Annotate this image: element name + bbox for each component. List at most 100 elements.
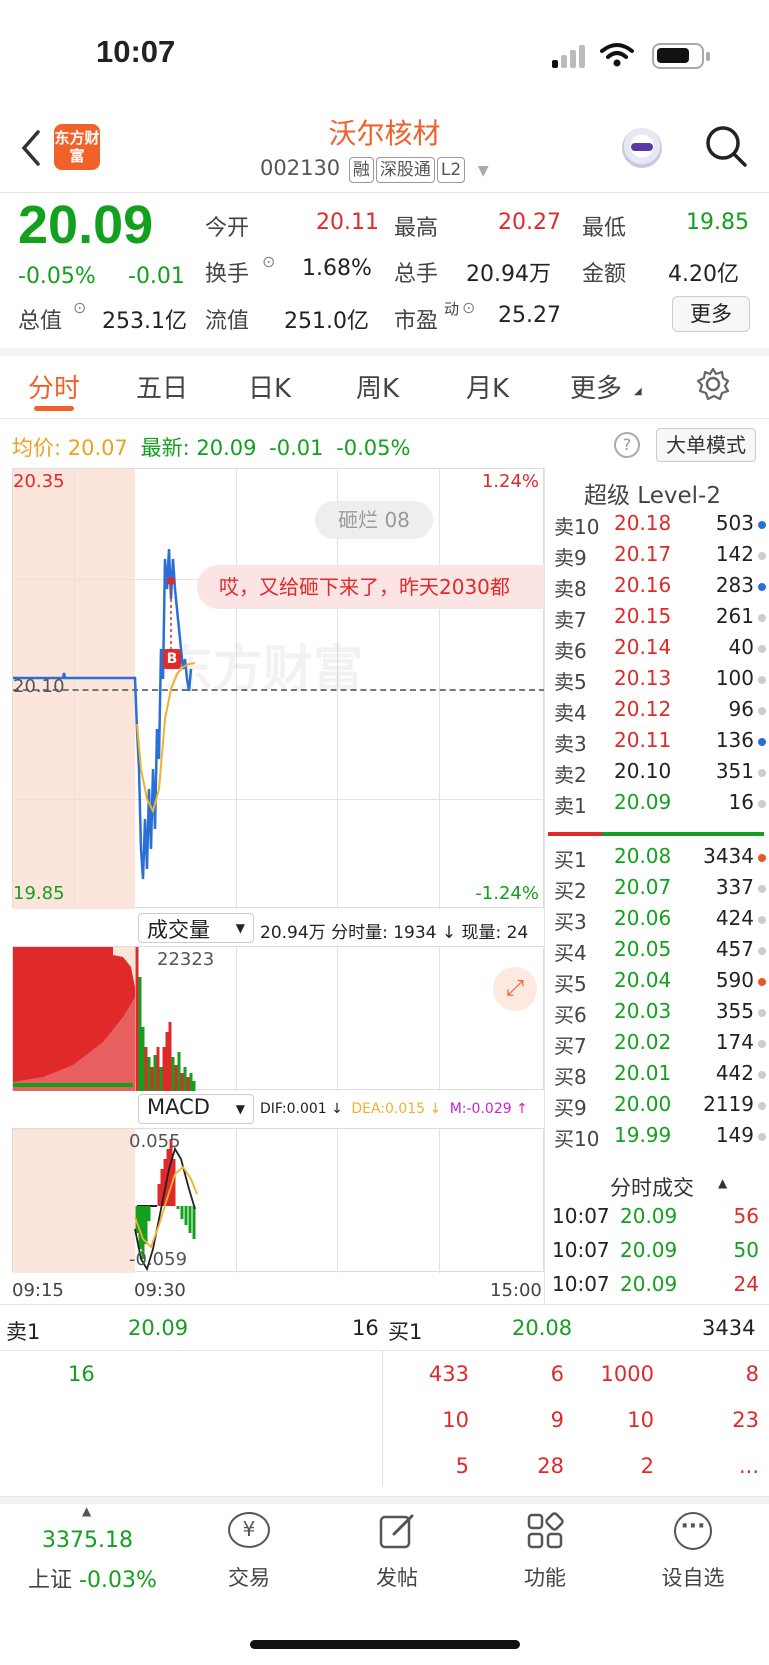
bid-row[interactable]: 买9 20.00 2119 <box>554 1092 766 1122</box>
level2-title[interactable]: 超级 Level-2 <box>584 476 721 510</box>
info-icon[interactable]: ⊙ <box>462 298 475 317</box>
robot-assistant-icon[interactable] <box>622 128 662 168</box>
post-edit-icon[interactable] <box>378 1512 416 1550</box>
macd-selector[interactable]: MACD ▼ <box>138 1094 254 1124</box>
queue-ask-vol: 16 <box>352 1316 379 1340</box>
nav-trade[interactable]: 交易 <box>194 1562 304 1592</box>
macd-chart[interactable]: 0.055 -0.059 <box>12 1128 544 1273</box>
ask-level: 卖4 <box>554 701 587 725</box>
index-row[interactable]: 上证 -0.03% <box>28 1562 157 1594</box>
nav-add-watchlist[interactable]: 设自选 <box>638 1562 748 1592</box>
nav-function[interactable]: 功能 <box>490 1562 600 1592</box>
bid-level: 买6 <box>554 1003 587 1027</box>
ask-row[interactable]: 卖3 20.11 136 <box>554 728 766 758</box>
divider <box>0 1350 769 1351</box>
index-value[interactable]: 3375.18 <box>42 1528 133 1553</box>
tag-margin: 融 <box>348 157 374 183</box>
ask-price: 20.12 <box>614 697 672 721</box>
ask-level: 卖5 <box>554 670 587 694</box>
bid-row[interactable]: 买7 20.02 174 <box>554 1030 766 1060</box>
ask-row[interactable]: 卖1 20.09 16 <box>554 790 766 820</box>
ask-row[interactable]: 卖5 20.13 100 <box>554 666 766 696</box>
ask-row[interactable]: 卖6 20.14 40 <box>554 635 766 665</box>
battery-icon <box>652 43 710 69</box>
queue-bid-order: 5 <box>455 1454 469 1478</box>
bid-row[interactable]: 买6 20.03 355 <box>554 999 766 1029</box>
bid-row[interactable]: 买1 20.08 3434 <box>554 844 766 874</box>
ask-row[interactable]: 卖9 20.17 142 <box>554 542 766 572</box>
bid-row[interactable]: 买5 20.04 590 <box>554 968 766 998</box>
bid-row[interactable]: 买4 20.05 457 <box>554 937 766 967</box>
more-button[interactable]: 更多 <box>672 296 750 332</box>
order-dot-icon <box>758 916 766 924</box>
ask-row[interactable]: 卖4 20.12 96 <box>554 697 766 727</box>
bid-volume: 174 <box>715 1030 754 1054</box>
bid-level: 买4 <box>554 941 587 965</box>
order-dot-icon <box>758 1071 766 1079</box>
help-icon[interactable]: ? <box>614 432 640 458</box>
volume-value: 20.94万 <box>466 262 551 287</box>
tab-intraday[interactable]: 分时 <box>28 368 80 405</box>
ask-row[interactable]: 卖7 20.15 261 <box>554 604 766 634</box>
ask-row[interactable]: 卖10 20.18 503 <box>554 511 766 541</box>
bid-row[interactable]: 买2 20.07 337 <box>554 875 766 905</box>
divider <box>0 192 769 193</box>
price-lines <box>13 548 196 880</box>
trade-icon[interactable]: ¥ <box>228 1512 270 1548</box>
bid-level: 买2 <box>554 879 587 903</box>
bid-volume: 337 <box>715 875 754 899</box>
tab-more[interactable]: 更多 <box>570 368 622 405</box>
open-label: 今开 <box>205 216 250 241</box>
order-dot-icon <box>758 645 766 653</box>
buy-marker[interactable]: B <box>163 649 181 669</box>
macd-histogram <box>134 1139 198 1272</box>
function-grid-icon[interactable] <box>526 1512 564 1550</box>
ask-row[interactable]: 卖8 20.16 283 <box>554 573 766 603</box>
bid-level: 买10 <box>554 1127 600 1151</box>
macd-min-label: -0.059 <box>129 1249 188 1270</box>
bid-row[interactable]: 买3 20.06 424 <box>554 906 766 936</box>
nav-post[interactable]: 发帖 <box>342 1562 452 1592</box>
bid-row[interactable]: 买10 19.99 149 <box>554 1123 766 1153</box>
trade-time: 10:07 <box>552 1204 610 1228</box>
bid-volume: 355 <box>715 999 754 1023</box>
trade-time: 10:07 <box>552 1272 610 1296</box>
tab-5day[interactable]: 五日 <box>136 368 188 405</box>
bid-price: 20.08 <box>614 844 672 868</box>
bid-volume: 590 <box>715 968 754 992</box>
queue-bid-order: 28 <box>537 1454 564 1478</box>
expand-icon[interactable]: ⤢ <box>493 967 537 1011</box>
bid-row[interactable]: 买8 20.01 442 <box>554 1061 766 1091</box>
bid-volume: 3434 <box>703 844 754 868</box>
info-icon[interactable]: ⊙ <box>73 298 86 317</box>
settings-gear-icon[interactable] <box>696 367 730 401</box>
ask-row[interactable]: 卖2 20.10 351 <box>554 759 766 789</box>
search-icon[interactable] <box>704 124 748 168</box>
tab-monthly[interactable]: 月K <box>466 368 509 405</box>
volume-label: 总手 <box>394 262 439 287</box>
low-value: 19.85 <box>686 210 749 235</box>
big-order-mode-button[interactable]: 大单模式 <box>656 428 756 462</box>
volume-chart[interactable]: 22323 ⤢ <box>12 946 544 1091</box>
info-icon[interactable]: ⊙ <box>262 252 275 271</box>
macd-selector-label: MACD <box>147 1095 210 1119</box>
more-dots-icon[interactable]: ··· <box>674 1512 712 1550</box>
queue-bid-order: 10 <box>627 1408 654 1432</box>
bid-level: 买8 <box>554 1065 587 1089</box>
tab-daily[interactable]: 日K <box>248 368 291 405</box>
y-min-label: 19.85 <box>13 883 65 904</box>
comment-bubble[interactable]: 哎，又给砸下来了，昨天2030都 <box>197 565 545 609</box>
trades-title[interactable]: 分时成交 <box>610 1172 694 1202</box>
bid-volume: 457 <box>715 937 754 961</box>
tab-weekly[interactable]: 周K <box>356 368 399 405</box>
bid-volume: 149 <box>715 1123 754 1147</box>
bid-volume: 442 <box>715 1061 754 1085</box>
stock-code-row[interactable]: 002130 融深股通 L2 ▼ <box>260 156 489 183</box>
bid-price: 20.03 <box>614 999 672 1023</box>
bid-price: 20.02 <box>614 1030 672 1054</box>
comment-user[interactable]: 砸烂 08 <box>315 501 433 539</box>
trade-price: 20.09 <box>620 1238 678 1262</box>
volume-selector[interactable]: 成交量 ▼ <box>138 913 254 943</box>
change-pct: -0.05% <box>18 264 96 289</box>
intraday-chart[interactable]: 东方财富 B 20.35 20.10 19.85 1.24% -1.24% 砸烂… <box>12 468 545 909</box>
